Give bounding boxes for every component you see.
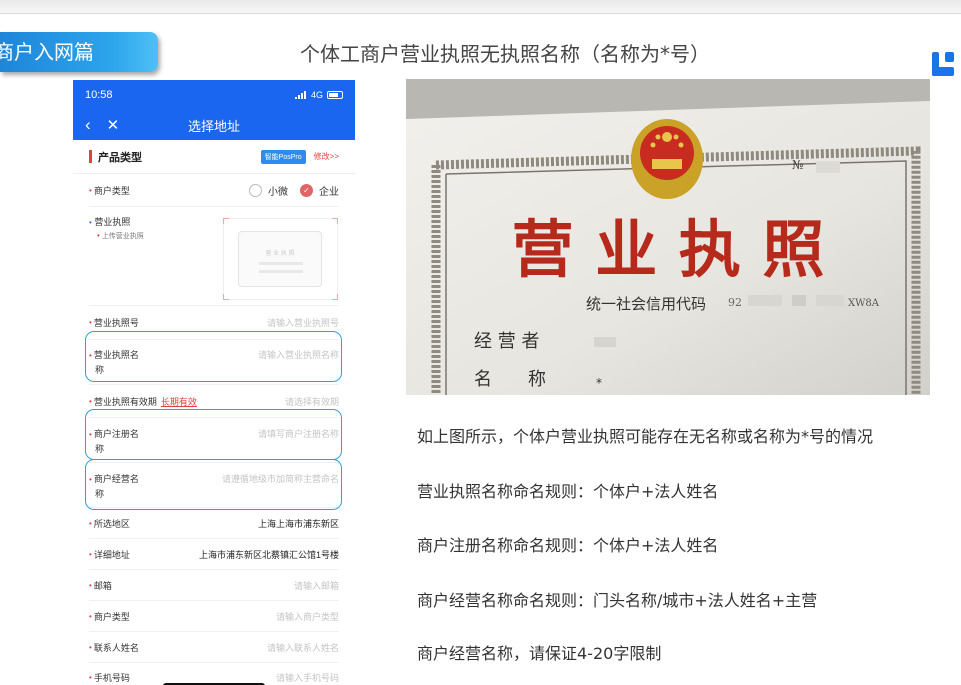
license-no-label: 营业执照号 [93, 318, 139, 328]
network-type: 4G [310, 90, 323, 100]
license-upload-hint-wrap: • 上传营业执照 [89, 231, 144, 241]
credit-code-suffix: XW8A [848, 298, 880, 309]
merchant-category-input[interactable]: 请输入商户类型 [276, 610, 339, 623]
battery-icon [327, 91, 343, 99]
note-line: 商户经营名称，请保证4-20字限制 [417, 644, 662, 663]
contact-name-input[interactable]: 请输入联系人姓名 [267, 641, 339, 654]
license-placeholder-card: 营 业 执 照 [238, 231, 322, 287]
status-time: 10:58 [85, 89, 113, 101]
signal-icon [294, 91, 306, 99]
region-label: 所选地区 [93, 518, 130, 529]
required-mark: • [89, 672, 92, 682]
required-mark: • [89, 580, 92, 590]
mobile-input[interactable]: 请输入手机号码 [276, 671, 339, 684]
radio-enterprise-checked-icon[interactable]: ✓ [300, 183, 313, 197]
edit-product-link[interactable]: 修改>> [314, 151, 339, 162]
highlight-license-name [85, 331, 342, 382]
required-mark: • [89, 611, 92, 621]
long-term-valid-link[interactable]: 长期有效 [161, 395, 197, 408]
license-serial: № [792, 158, 803, 172]
required-mark: • [89, 396, 92, 406]
product-badge: 智能PosPro [260, 149, 306, 164]
email-row[interactable]: • 邮箱 请输入邮箱 [73, 570, 355, 600]
nav-bar: ‹ ✕ 选择地址 [73, 110, 355, 140]
email-label: 邮箱 [93, 580, 112, 591]
status-indicators: 4G [294, 90, 343, 100]
required-mark: • [89, 549, 92, 559]
license-card-text: 营 业 执 照 [265, 251, 295, 257]
license-validity-label: 营业执照有效期 [93, 396, 157, 407]
license-no-input[interactable]: 请输入营业执照号 [267, 316, 339, 329]
region-row[interactable]: • 所选地区 上海上海市浦东新区 [73, 508, 355, 538]
required-mark: • [89, 185, 92, 195]
merchant-type-label: 商户类型 [93, 185, 130, 196]
note-line: 如上图所示，个体户营业执照可能存在无名称或名称为*号的情况 [417, 427, 874, 446]
credit-code-prefix: 92 [728, 296, 742, 309]
name-value: * [596, 376, 602, 390]
operator-label: 经 营 者 [474, 331, 539, 352]
brand-logo-icon [932, 52, 954, 76]
note-line: 营业执照名称命名规则：个体户+法人姓名 [417, 482, 719, 501]
address-value[interactable]: 上海市浦东新区北蔡镇汇公馆1号楼 [199, 548, 339, 561]
mobile-label: 手机号码 [93, 672, 130, 683]
highlight-reg-name [85, 409, 342, 460]
business-license-photo: № 营 业 执 照 统一社会信用代码 92 XW8A 经 营 者 名 称 * [406, 79, 930, 395]
product-type-label: 产品类型 [98, 151, 142, 164]
license-upload-hint: 上传营业执照 [101, 233, 144, 240]
license-upload-box[interactable]: 营 业 执 照 [223, 218, 338, 300]
radio-micro-label: 小微 [268, 186, 288, 198]
license-upload-label-wrap: • 营业执照 [89, 215, 130, 228]
required-mark: • [89, 218, 92, 227]
note-line: 商户注册名称命名规则：个体户+法人姓名 [417, 536, 719, 555]
license-photo-svg: № 营 业 执 照 统一社会信用代码 92 XW8A 经 营 者 名 称 * [406, 79, 930, 395]
email-input[interactable]: 请输入邮箱 [294, 579, 339, 592]
name-label: 名 称 [474, 369, 546, 390]
chevron-left-icon[interactable]: ‹ [85, 115, 91, 135]
top-strip [0, 0, 961, 14]
status-bar: 10:58 4G [73, 80, 355, 110]
mobile-row[interactable]: • 手机号码 请输入手机号码 [73, 663, 355, 685]
phone-screenshot: 10:58 4G ‹ ✕ 选择地址 产品类型 智能PosPro 修改>> • 商… [73, 80, 355, 685]
merchant-type-radio-group: 小微 ✓ 企业 [249, 183, 339, 198]
note-line: 商户经营名称命名规则：门头名称/城市+法人姓名+主营 [417, 591, 818, 610]
required-mark: • [89, 318, 92, 327]
license-upload-label: 营业执照 [94, 217, 131, 227]
close-icon[interactable]: ✕ [107, 116, 120, 134]
license-heading: 营 业 执 照 [512, 213, 825, 286]
section-tag: 商户入网篇 [0, 32, 158, 72]
highlight-biz-name [85, 459, 342, 510]
contact-name-row[interactable]: • 联系人姓名 请输入联系人姓名 [73, 632, 355, 662]
merchant-category-row[interactable]: • 商户类型 请输入商户类型 [73, 601, 355, 631]
radio-micro[interactable] [249, 183, 262, 197]
merchant-category-label: 商户类型 [93, 611, 130, 622]
address-row[interactable]: • 详细地址 上海市浦东新区北蔡镇汇公馆1号楼 [73, 539, 355, 569]
address-label: 详细地址 [93, 549, 130, 560]
section-marker [89, 150, 92, 163]
radio-enterprise-label: 企业 [319, 186, 339, 198]
required-mark: • [89, 642, 92, 652]
slide-title: 个体工商户营业执照无执照名称（名称为*号） [300, 42, 710, 66]
required-mark: • [89, 518, 92, 528]
contact-name-label: 联系人姓名 [93, 642, 139, 653]
product-type-row: 产品类型 智能PosPro 修改>> [73, 140, 355, 174]
required-mark: • [97, 231, 100, 240]
region-value[interactable]: 上海上海市浦东新区 [258, 517, 339, 530]
credit-code-label: 统一社会信用代码 [586, 295, 706, 313]
merchant-type-row: • 商户类型 小微 ✓ 企业 [73, 174, 355, 206]
national-emblem-icon [631, 119, 703, 199]
license-validity-select[interactable]: 请选择有效期 [285, 395, 339, 408]
